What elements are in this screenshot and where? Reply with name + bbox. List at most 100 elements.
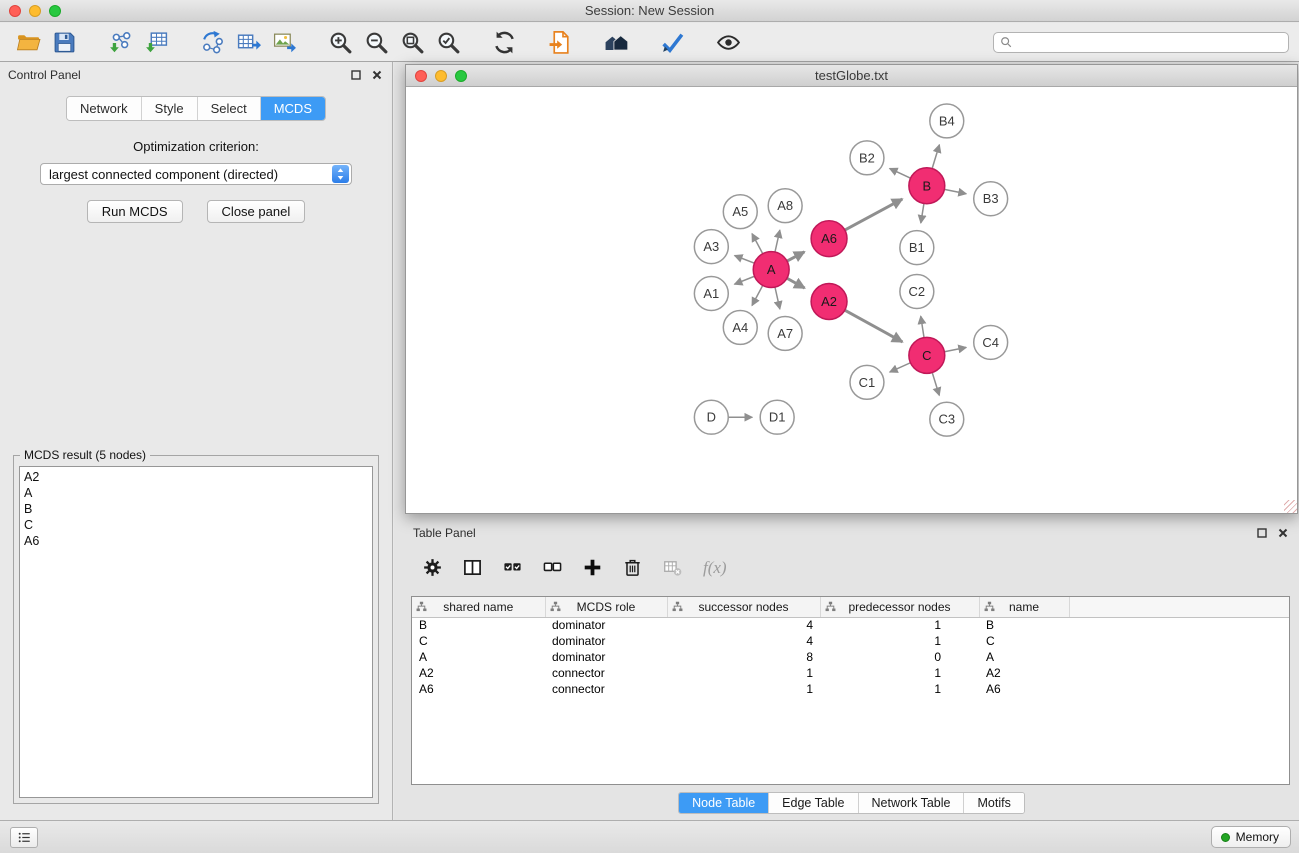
result-item[interactable]: A6 bbox=[24, 533, 368, 549]
table-cell[interactable]: 4 bbox=[667, 617, 820, 633]
node-A[interactable]: A bbox=[753, 252, 789, 288]
node-C[interactable]: C bbox=[909, 337, 945, 373]
table-cell[interactable]: 8 bbox=[667, 649, 820, 665]
console-button[interactable] bbox=[10, 827, 38, 848]
table-cell[interactable]: C bbox=[979, 633, 1069, 649]
column-chooser-icon[interactable] bbox=[459, 555, 486, 581]
export-table-icon[interactable] bbox=[230, 27, 266, 57]
edge-A-A4[interactable] bbox=[752, 285, 763, 305]
node-A6[interactable]: A6 bbox=[811, 221, 847, 257]
float-table-panel-icon[interactable] bbox=[1256, 527, 1268, 539]
edge-A-A8[interactable] bbox=[775, 230, 780, 252]
table-cell[interactable]: A2 bbox=[412, 665, 545, 681]
edge-A-A7[interactable] bbox=[775, 287, 780, 309]
table-cell[interactable]: connector bbox=[545, 681, 667, 697]
table-cell[interactable]: dominator bbox=[545, 617, 667, 633]
close-window-button[interactable] bbox=[9, 5, 21, 17]
node-B3[interactable]: B3 bbox=[974, 182, 1008, 216]
table-cell[interactable]: 1 bbox=[820, 633, 979, 649]
node-C3[interactable]: C3 bbox=[930, 402, 964, 436]
node-A3[interactable]: A3 bbox=[694, 230, 728, 264]
close-panel-button[interactable]: Close panel bbox=[207, 200, 306, 223]
column-header-mcds-role[interactable]: MCDS role bbox=[545, 597, 667, 617]
minimize-window-button[interactable] bbox=[29, 5, 41, 17]
network-zoom-button[interactable] bbox=[455, 70, 467, 82]
delete-table-icon[interactable] bbox=[659, 555, 686, 581]
edge-C-C4[interactable] bbox=[944, 347, 966, 351]
column-header-name[interactable]: name bbox=[979, 597, 1069, 617]
edge-C-C2[interactable] bbox=[921, 316, 924, 337]
import-network-icon[interactable] bbox=[102, 27, 138, 57]
column-header-predecessor-nodes[interactable]: predecessor nodes bbox=[820, 597, 979, 617]
edge-A-A3[interactable] bbox=[735, 256, 755, 264]
resize-grip[interactable] bbox=[1284, 500, 1297, 513]
open-folder-icon[interactable] bbox=[10, 27, 46, 57]
result-item[interactable]: A2 bbox=[24, 469, 368, 485]
close-table-panel-icon[interactable] bbox=[1277, 527, 1289, 539]
node-B[interactable]: B bbox=[909, 168, 945, 204]
table-row[interactable]: Adominator80A bbox=[412, 649, 1289, 665]
table-cell[interactable]: B bbox=[979, 617, 1069, 633]
tab-network[interactable]: Network bbox=[67, 97, 142, 120]
node-A4[interactable]: A4 bbox=[723, 310, 757, 344]
table-cell[interactable]: 1 bbox=[820, 681, 979, 697]
result-item[interactable]: B bbox=[24, 501, 368, 517]
home-icon[interactable] bbox=[598, 27, 634, 57]
float-panel-icon[interactable] bbox=[350, 69, 362, 81]
table-cell[interactable]: dominator bbox=[545, 633, 667, 649]
table-cell[interactable]: A2 bbox=[979, 665, 1069, 681]
node-B4[interactable]: B4 bbox=[930, 104, 964, 138]
tab-node-table[interactable]: Node Table bbox=[679, 793, 769, 813]
apply-layout-icon[interactable] bbox=[486, 27, 522, 57]
node-A7[interactable]: A7 bbox=[768, 316, 802, 350]
close-panel-icon[interactable] bbox=[371, 69, 383, 81]
edge-B-B1[interactable] bbox=[921, 204, 924, 223]
node-A8[interactable]: A8 bbox=[768, 189, 802, 223]
table-cell[interactable]: 1 bbox=[667, 681, 820, 697]
node-D[interactable]: D bbox=[694, 400, 728, 434]
edge-A-A1[interactable] bbox=[734, 276, 754, 284]
tab-edge-table[interactable]: Edge Table bbox=[769, 793, 858, 813]
column-header-successor-nodes[interactable]: successor nodes bbox=[667, 597, 820, 617]
table-cell[interactable]: A6 bbox=[979, 681, 1069, 697]
table-cell[interactable]: 1 bbox=[667, 665, 820, 681]
brush-check-icon[interactable] bbox=[654, 27, 690, 57]
edge-A6-B[interactable] bbox=[845, 199, 902, 230]
table-cell[interactable]: 1 bbox=[820, 665, 979, 681]
mcds-result-list[interactable]: A2ABCA6 bbox=[19, 466, 373, 798]
table-cell[interactable]: A6 bbox=[412, 681, 545, 697]
memory-button[interactable]: Memory bbox=[1211, 826, 1291, 848]
node-A1[interactable]: A1 bbox=[694, 277, 728, 311]
network-window-titlebar[interactable]: testGlobe.txt bbox=[406, 65, 1297, 87]
tab-style[interactable]: Style bbox=[142, 97, 198, 120]
node-C4[interactable]: C4 bbox=[974, 325, 1008, 359]
edge-C-C1[interactable] bbox=[890, 363, 911, 372]
eye-icon[interactable] bbox=[710, 27, 746, 57]
table-row[interactable]: Bdominator41B bbox=[412, 617, 1289, 633]
zoom-fit-icon[interactable] bbox=[394, 27, 430, 57]
node-C2[interactable]: C2 bbox=[900, 275, 934, 309]
result-item[interactable]: A bbox=[24, 485, 368, 501]
settings-gear-icon[interactable] bbox=[419, 555, 446, 581]
result-item[interactable]: C bbox=[24, 517, 368, 533]
table-row[interactable]: Cdominator41C bbox=[412, 633, 1289, 649]
tab-motifs[interactable]: Motifs bbox=[964, 793, 1023, 813]
save-icon[interactable] bbox=[46, 27, 82, 57]
node-B1[interactable]: B1 bbox=[900, 231, 934, 265]
network-close-button[interactable] bbox=[415, 70, 427, 82]
zoom-in-icon[interactable] bbox=[322, 27, 358, 57]
table-cell[interactable]: connector bbox=[545, 665, 667, 681]
function-builder-label[interactable]: f(x) bbox=[703, 558, 727, 578]
table-cell[interactable]: A bbox=[412, 649, 545, 665]
table-cell[interactable]: 0 bbox=[820, 649, 979, 665]
node-D1[interactable]: D1 bbox=[760, 400, 794, 434]
tab-select[interactable]: Select bbox=[198, 97, 261, 120]
node-A5[interactable]: A5 bbox=[723, 195, 757, 229]
criterion-dropdown[interactable]: largest connected component (directed) bbox=[40, 163, 352, 185]
table-cell[interactable]: B bbox=[412, 617, 545, 633]
edge-C-C3[interactable] bbox=[932, 373, 939, 396]
node-C1[interactable]: C1 bbox=[850, 365, 884, 399]
edge-A2-C[interactable] bbox=[845, 310, 903, 342]
table-cell[interactable]: 1 bbox=[820, 617, 979, 633]
edge-A-A2[interactable] bbox=[787, 278, 805, 288]
